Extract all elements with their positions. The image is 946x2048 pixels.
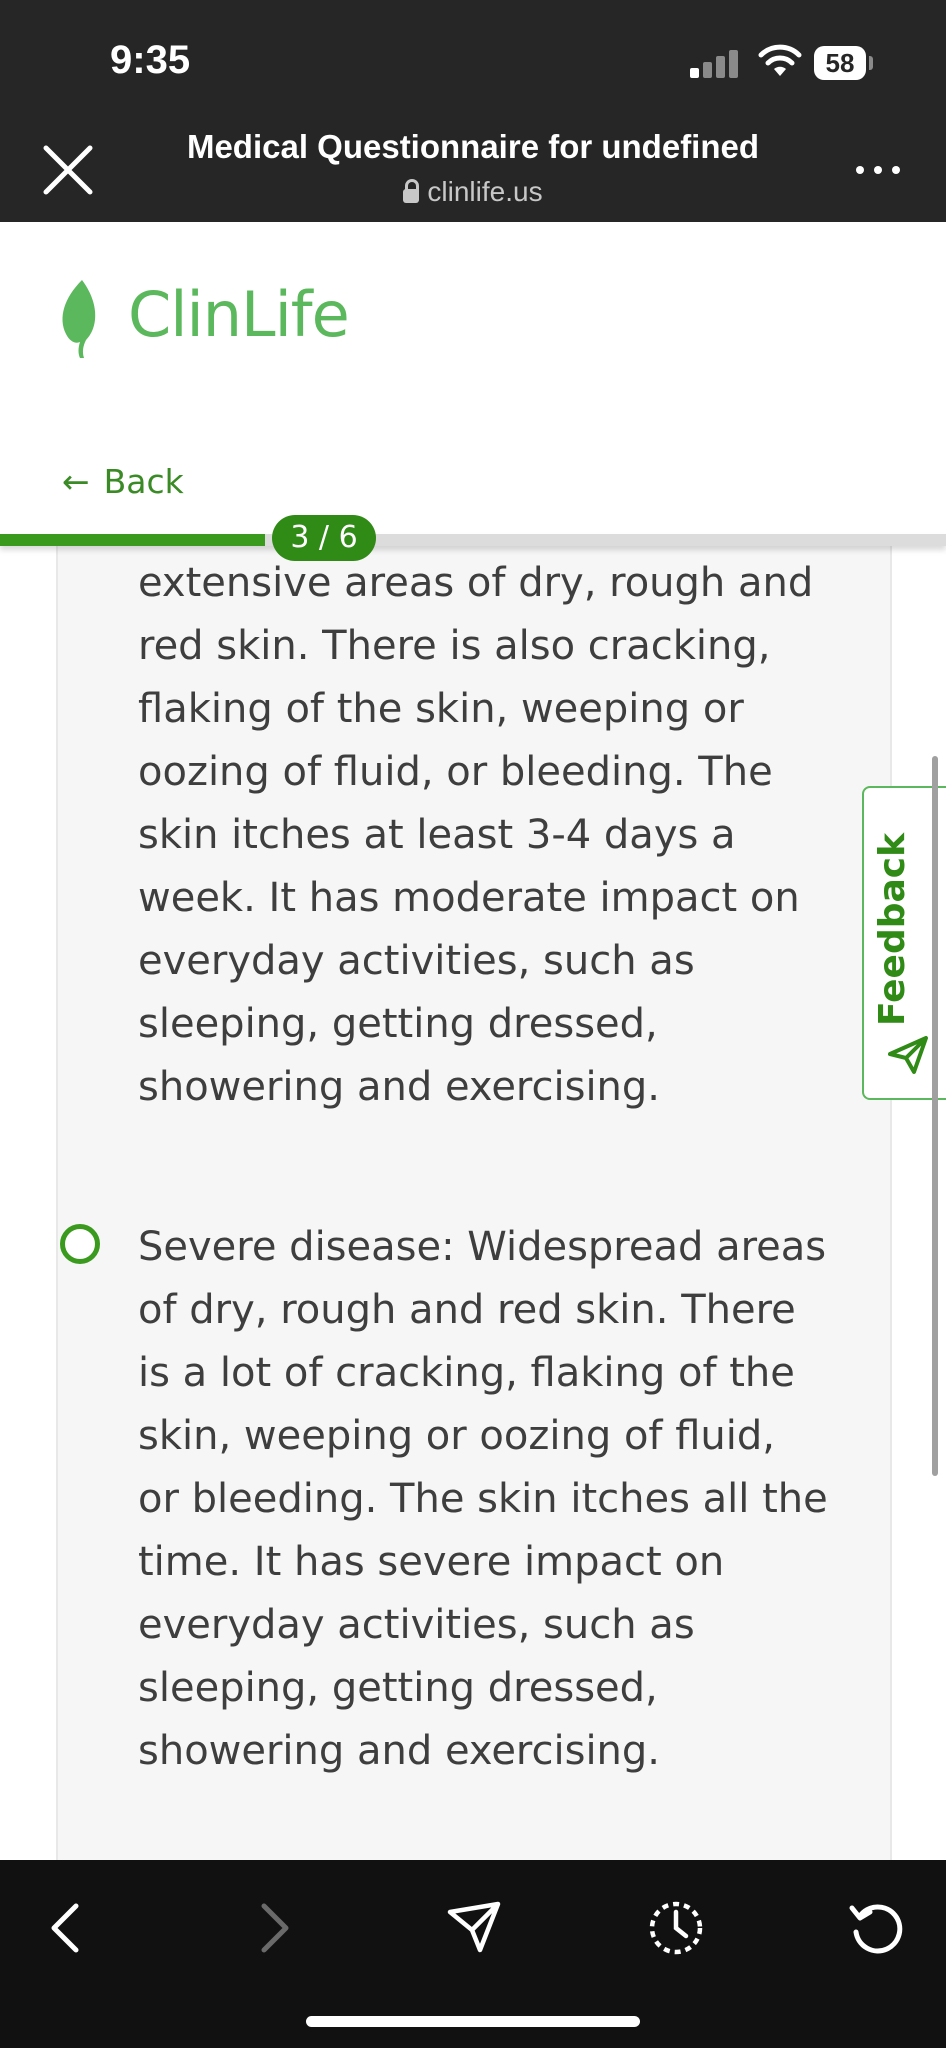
progress-label: 3 / 6 — [272, 515, 376, 561]
share-icon[interactable] — [444, 1898, 504, 1958]
send-icon — [888, 1036, 928, 1074]
more-icon[interactable] — [856, 158, 900, 182]
scrollbar[interactable] — [932, 756, 938, 1476]
status-bar: 9:35 58 — [0, 0, 946, 122]
option-moderate-text[interactable]: extensive areas of dry, rough and red sk… — [138, 552, 828, 1119]
feedback-label: Feedback — [872, 832, 913, 1026]
back-link[interactable]: ← Back — [62, 462, 184, 501]
url-text: clinlife.us — [427, 176, 543, 207]
reload-icon[interactable] — [846, 1898, 906, 1958]
site-header: ClinLife ← Back — [0, 222, 946, 536]
option-severe-text[interactable]: Severe disease: Widespread areas of dry,… — [138, 1216, 828, 1783]
forward-icon[interactable] — [242, 1898, 302, 1958]
signal-icon — [690, 48, 740, 78]
progress-bar — [0, 534, 946, 546]
arrow-left-icon: ← — [62, 462, 90, 501]
history-icon[interactable] — [646, 1898, 706, 1958]
url-label[interactable]: clinlife.us — [0, 176, 946, 208]
status-time: 9:35 — [110, 38, 191, 82]
progress-fill — [0, 534, 265, 546]
leaf-icon — [62, 280, 96, 358]
battery-icon: 58 — [814, 46, 866, 80]
lock-icon — [403, 179, 420, 203]
question-content: extensive areas of dry, rough and red sk… — [0, 546, 946, 1860]
battery-tip — [869, 56, 873, 70]
back-label: Back — [103, 462, 184, 501]
page-title: Medical Questionnaire for undefined — [186, 128, 760, 165]
logo-text: ClinLife — [128, 278, 350, 351]
browser-bar: Medical Questionnaire for undefined clin… — [0, 122, 946, 222]
radio-severe[interactable] — [60, 1224, 100, 1264]
home-indicator[interactable] — [306, 2016, 640, 2027]
back-icon[interactable] — [38, 1898, 98, 1958]
wifi-icon — [758, 44, 802, 76]
